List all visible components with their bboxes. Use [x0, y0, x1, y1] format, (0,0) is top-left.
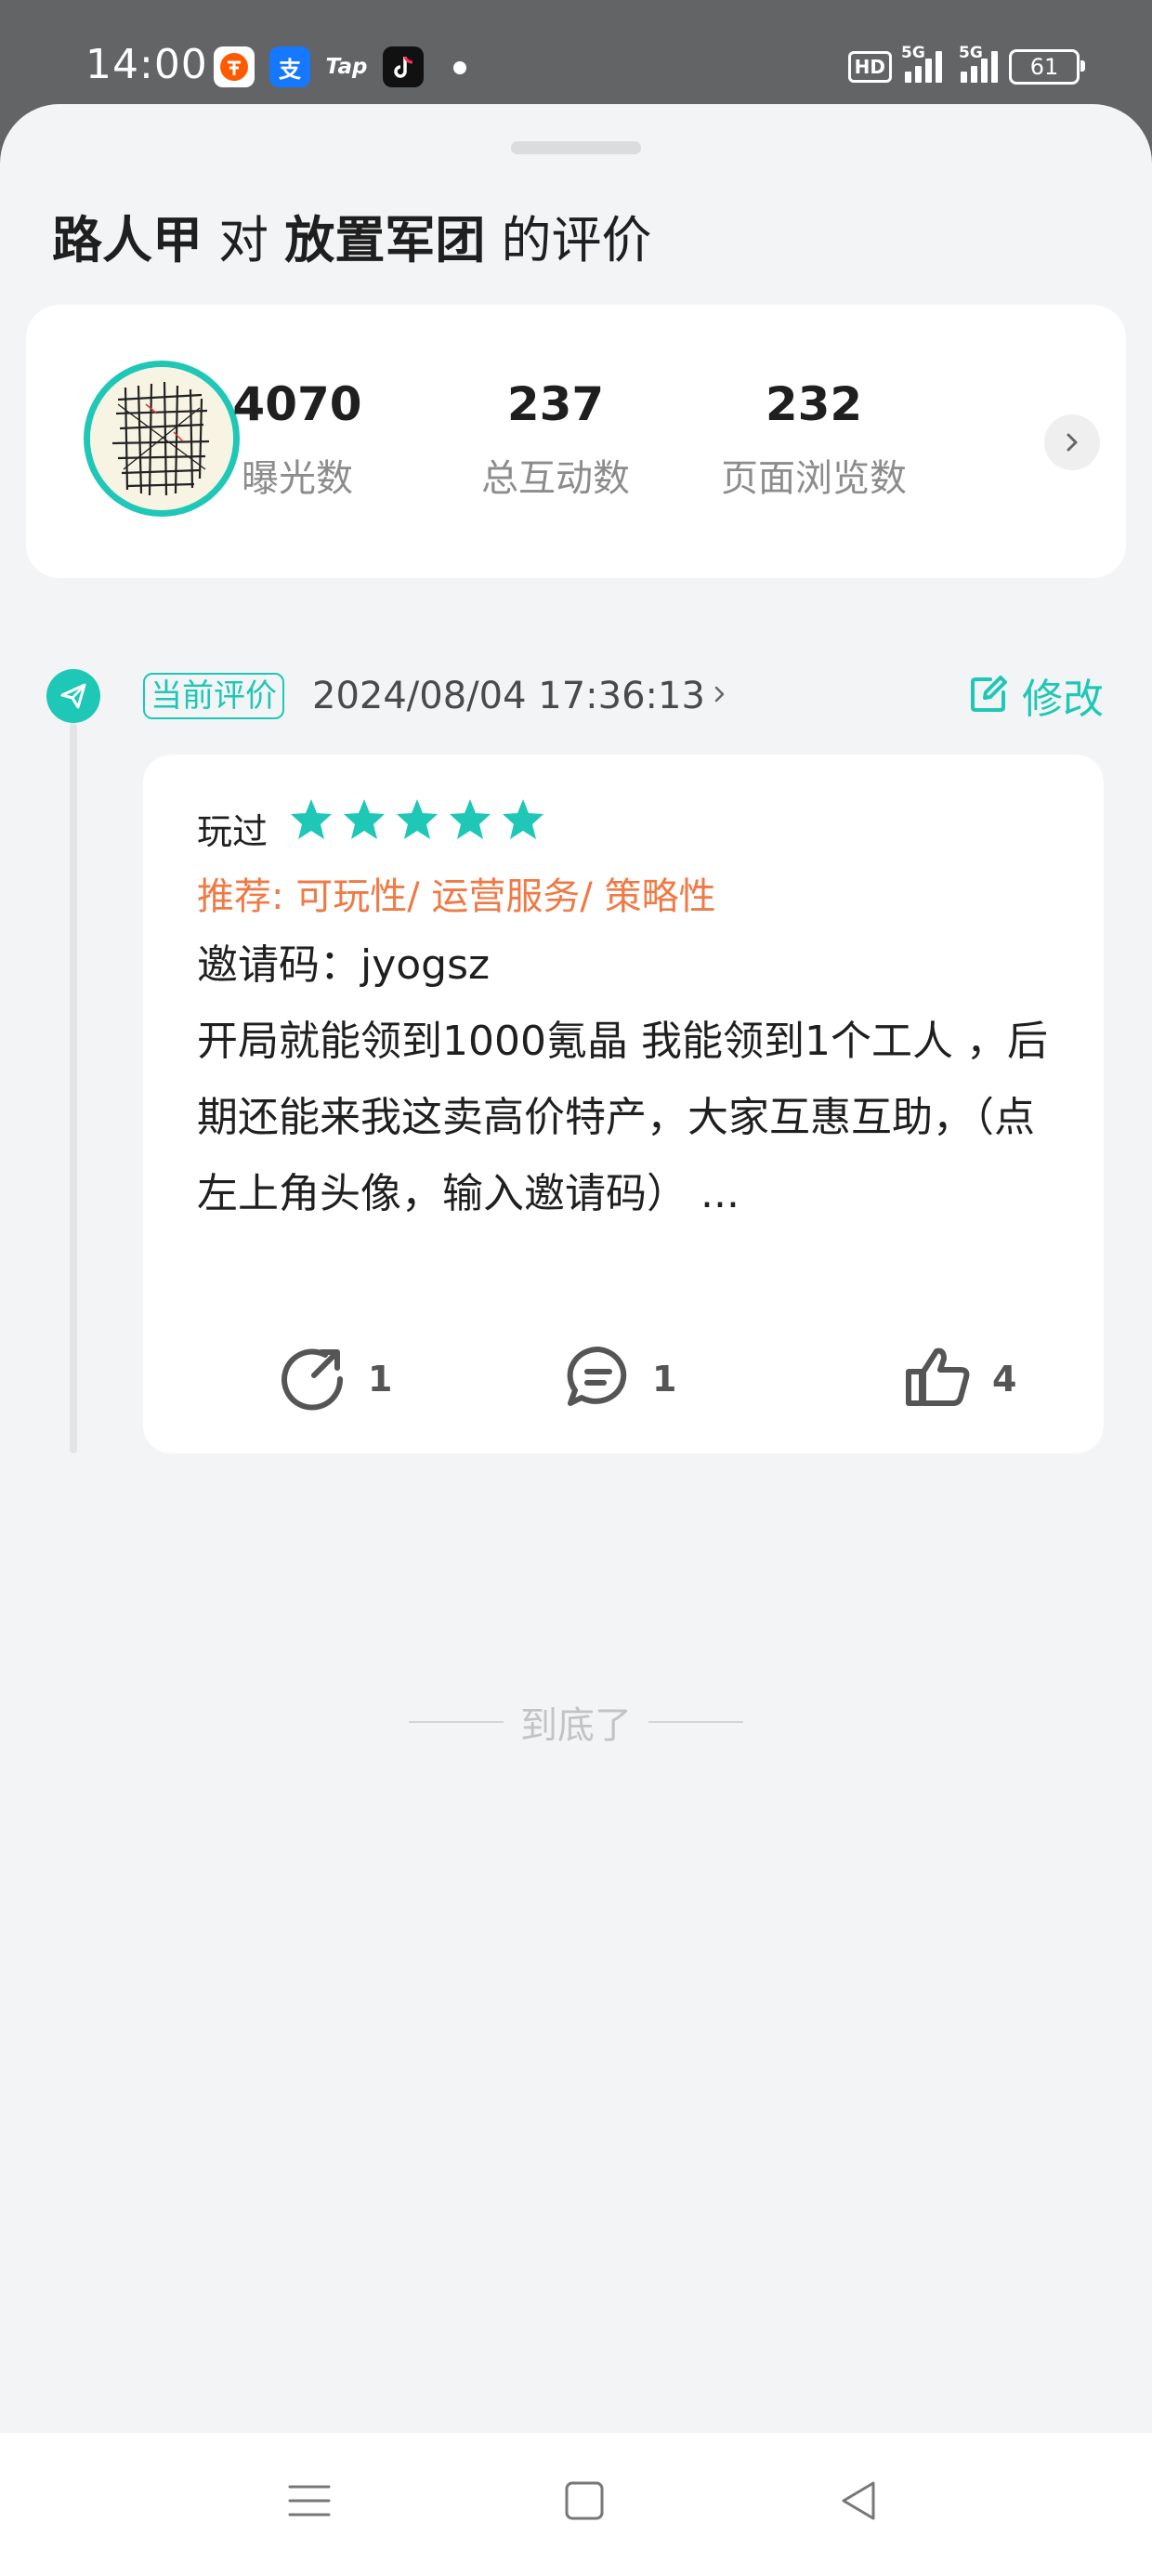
share-button[interactable]: 1 — [279, 1344, 392, 1414]
like-button[interactable]: 4 — [903, 1344, 1016, 1414]
status-bar: 14:00 支 Tap HD 5G 5G 61 — [0, 0, 1152, 104]
review-card[interactable]: 玩过 推荐: 可玩性/ 运营服务/ 策略性 邀请码：jyogsz 开局就能领到1… — [143, 755, 1104, 1453]
chevron-right-icon[interactable] — [1044, 414, 1100, 470]
title-user: 路人甲 — [52, 211, 203, 269]
navigation-bar — [0, 2433, 1152, 2576]
stat-exposure-label: 曝光数 — [242, 457, 353, 500]
alipay-icon: 支 — [269, 46, 310, 87]
stat-pageviews-value: 232 — [765, 377, 863, 431]
menu-icon[interactable] — [277, 2468, 342, 2533]
title-mid: 对 — [203, 211, 285, 269]
taptap-icon: Tap — [325, 55, 368, 79]
edit-button[interactable]: 修改 — [968, 665, 1104, 725]
review-content-line: 邀请码：jyogsz — [197, 941, 491, 989]
star-icon — [450, 799, 491, 839]
page-title: 路人甲 对 放置军团 的评价 — [52, 199, 652, 272]
back-icon[interactable] — [827, 2468, 892, 2533]
end-of-list: 到底了 — [409, 1695, 743, 1749]
star-icon — [344, 799, 385, 839]
notification-dot — [453, 61, 466, 74]
star-icon — [397, 799, 438, 839]
like-count: 4 — [992, 1359, 1017, 1400]
stats-card[interactable]: 4070 曝光数 237 总互动数 232 页面浏览数 — [26, 305, 1126, 578]
edit-label: 修改 — [1022, 676, 1104, 723]
stat-interactions: 237 总互动数 — [444, 377, 667, 502]
signal-5g-label-2: 5G — [959, 44, 983, 62]
played-label: 玩过 — [197, 811, 268, 852]
review-content-body: 开局就能领到1000氪晶 我能领到1个工人 ，后期还能来我这卖高价特产，大家互惠… — [197, 1018, 1048, 1217]
send-icon — [46, 669, 100, 723]
star-icon — [503, 799, 543, 839]
divider-line-left — [409, 1721, 504, 1723]
status-time: 14:00 — [85, 41, 208, 88]
status-right: HD 5G 5G 61 — [847, 44, 1085, 89]
home-icon[interactable] — [552, 2468, 617, 2533]
timestamp-link[interactable]: 2024/08/04 17:36:13 — [312, 673, 729, 719]
stat-pageviews: 232 页面浏览数 — [702, 377, 925, 502]
comment-count: 1 — [652, 1359, 677, 1400]
drag-handle[interactable] — [511, 141, 641, 154]
current-review-badge: 当前评价 — [143, 673, 284, 719]
recommend-tags: 推荐: 可玩性/ 运营服务/ 策略性 — [197, 875, 716, 918]
stat-pageviews-label: 页面浏览数 — [721, 457, 907, 500]
stat-exposure-value: 4070 — [232, 377, 362, 431]
review-timestamp: 2024/08/04 17:36:13 — [312, 675, 705, 717]
timeline-line — [70, 723, 77, 1453]
end-text: 到底了 — [520, 1704, 632, 1747]
edit-icon — [968, 672, 1011, 718]
review-content[interactable]: 邀请码：jyogsz 开局就能领到1000氪晶 我能领到1个工人 ，后期还能来我… — [197, 927, 1070, 1232]
title-suffix: 的评价 — [485, 211, 652, 269]
hd-icon: HD — [847, 51, 892, 83]
star-icon — [291, 799, 332, 839]
chevron-right-icon — [711, 680, 729, 712]
share-count: 1 — [368, 1359, 393, 1400]
signal-5g-label: 5G — [901, 44, 925, 62]
title-game: 放置军团 — [284, 211, 486, 269]
stat-interactions-value: 237 — [506, 377, 605, 431]
comment-button[interactable]: 1 — [563, 1344, 676, 1414]
rating-stars — [288, 797, 546, 842]
battery-icon: 61 — [1009, 49, 1085, 85]
taobao-icon — [214, 46, 255, 87]
comment-icon — [563, 1344, 634, 1414]
thumbs-up-icon — [903, 1344, 974, 1414]
share-icon — [279, 1344, 349, 1414]
signal-icon-2: 5G — [953, 44, 998, 83]
signal-icon: 5G — [901, 44, 942, 83]
stat-exposure: 4070 曝光数 — [186, 377, 409, 502]
divider-line-right — [648, 1721, 743, 1723]
review-sheet: 路人甲 对 放置军团 的评价 4070 曝光数 237 总互动数 232 页面浏… — [0, 104, 1152, 2433]
stat-interactions-label: 总互动数 — [481, 457, 630, 500]
tiktok-icon — [383, 46, 424, 87]
